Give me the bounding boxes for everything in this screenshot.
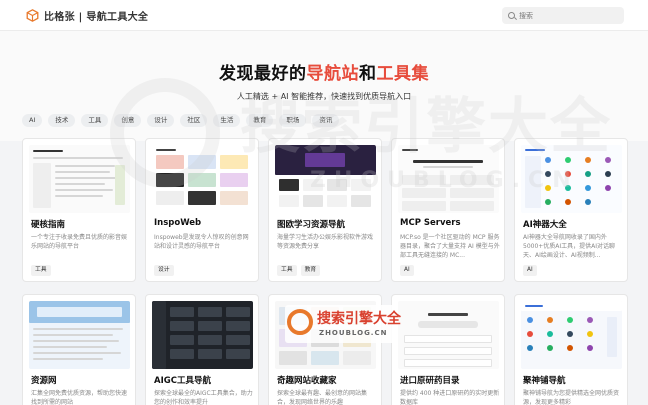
watermark-badge: 搜索引擎大全 ZHOUBLOG.CN [285, 305, 401, 343]
card-thumbnail [521, 301, 622, 369]
site-card[interactable]: MCP Servers MCP.so 是一个社区驱动的 MCP 服务器目录，聚合… [391, 138, 505, 282]
site-card[interactable]: 资源网 汇集全网免费优质资源，帮助您快速找到所需的网站 [22, 294, 136, 405]
card-tags: AI [523, 265, 537, 276]
chip-community[interactable]: 社区 [180, 114, 208, 127]
hero-title-highlight-1: 导航站 [306, 64, 359, 84]
card-tag[interactable]: 设计 [154, 265, 174, 276]
card-tags: 工具 [31, 265, 51, 276]
card-thumbnail [398, 301, 499, 369]
card-title: InspoWeb [154, 218, 202, 228]
hero-title-highlight-2: 工具集 [376, 64, 429, 84]
search-input[interactable] [519, 11, 619, 20]
card-description: Inspoweb是发现令人惊叹的创意网站和设计灵感的导航平台 [154, 234, 249, 250]
card-tag[interactable]: AI [523, 265, 537, 276]
watermark-badge-text: 搜索引擎大全 [317, 311, 401, 327]
card-tag[interactable]: 教育 [300, 265, 321, 276]
brand[interactable]: 比格张 | 导航工具大全 [26, 8, 148, 23]
card-title: 聚神铺导航 [523, 376, 566, 386]
hero-section: 发现最好的导航站和工具集 人工精选 + AI 智能推荐，快速找到优质导航入口 A… [0, 31, 648, 141]
card-thumbnail [275, 145, 376, 213]
hero-title-part2: 和 [359, 64, 377, 84]
chip-life[interactable]: 生活 [213, 114, 241, 127]
card-description: 汇集全网免费优质资源，帮助您快速找到所需的网站 [31, 390, 128, 405]
card-title: AI神器大全 [523, 220, 567, 230]
card-description: 聚神铺导航为您提供精选全网优质资源，发现更多精彩 [523, 390, 620, 405]
card-title: AIGC工具导航 [154, 376, 211, 386]
site-card[interactable]: 进口原研药目录 提供约 400 种进口原研药的实时更新数据库 [391, 294, 505, 405]
card-title: 奇趣网站收藏家 [277, 376, 337, 386]
chip-news[interactable]: 资讯 [312, 114, 340, 127]
chip-creative[interactable]: 创意 [114, 114, 142, 127]
chip-tools[interactable]: 工具 [81, 114, 109, 127]
brand-title: 比格张 | 导航工具大全 [44, 12, 149, 23]
chip-tech[interactable]: 技术 [48, 114, 76, 127]
card-description: 一个专注于收录免费且优质的影音娱乐网站的导航平台 [31, 234, 128, 250]
card-description: AI神器大全导航网收录了国内外5000+优质AI工具，提供AI对话聊天、AI绘画… [523, 234, 616, 259]
watermark-badge-icon [287, 309, 313, 335]
page: 比格张 | 导航工具大全 发现最好的导航站和工具集 人工精选 + AI 智能推荐… [0, 0, 648, 405]
chip-career[interactable]: 职场 [279, 114, 307, 127]
card-title: 硬核指南 [31, 220, 66, 230]
card-tag[interactable]: 工具 [31, 265, 51, 276]
top-bar: 比格张 | 导航工具大全 [0, 0, 648, 31]
card-title: 进口原研药目录 [400, 376, 460, 386]
search-box[interactable] [502, 7, 624, 24]
site-card[interactable]: 聚神铺导航 聚神铺导航为您提供精选全网优质资源，发现更多精彩 [514, 294, 628, 405]
card-title: MCP Servers [400, 218, 461, 228]
card-thumbnail [29, 145, 130, 213]
category-chips: AI 技术 工具 创意 设计 社区 生活 教育 职场 资讯 [22, 114, 340, 127]
site-card[interactable]: 硬核指南 一个专注于收录免费且优质的影音娱乐网站的导航平台 工具 [22, 138, 136, 282]
card-description: 提供约 400 种进口原研药的实时更新数据库 [400, 390, 500, 405]
card-thumbnail [29, 301, 130, 369]
watermark-badge-subtext: ZHOUBLOG.CN [319, 329, 388, 337]
card-tag[interactable]: 工具 [277, 265, 297, 276]
card-thumbnail [398, 145, 499, 213]
search-icon [508, 12, 515, 19]
card-title: 图欧学习资源导航 [277, 220, 346, 230]
card-tags: AI [400, 265, 414, 276]
card-thumbnail [152, 145, 253, 213]
site-card[interactable]: AIGC工具导航 探索全球最全的AIGC工具集合，助力您的创作和效率提升 [145, 294, 259, 405]
site-card[interactable]: 图欧学习资源导航 海量学习生活办公娱乐影视软件游戏等资源免费分享 工具 教育 [268, 138, 382, 282]
hero-title: 发现最好的导航站和工具集 [0, 59, 648, 84]
card-description: 海量学习生活办公娱乐影视软件游戏等资源免费分享 [277, 234, 374, 250]
chip-education[interactable]: 教育 [246, 114, 274, 127]
card-description: MCP.so 是一个社区驱动的 MCP 服务器目录，聚合了大量支持 AI 模型与… [400, 234, 500, 259]
card-title: 资源网 [31, 376, 57, 386]
hero-subtitle: 人工精选 + AI 智能推荐，快速找到优质导航入口 [236, 92, 412, 101]
card-description: 探索全球最全的AIGC工具集合，助力您的创作和效率提升 [154, 390, 253, 405]
chip-design[interactable]: 设计 [147, 114, 175, 127]
card-description: 探索全球最有趣、最创意的网站集合，发现网络世界的乐趣 [277, 390, 368, 405]
chip-ai[interactable]: AI [22, 114, 43, 127]
site-card[interactable]: InspoWeb Inspoweb是发现令人惊叹的创意网站和设计灵感的导航平台 … [145, 138, 259, 282]
cube-logo-icon [26, 9, 39, 22]
card-thumbnail [152, 301, 253, 369]
card-thumbnail [521, 145, 622, 213]
site-card[interactable]: AI神器大全 AI神器大全导航网收录了国内外5000+优质AI工具，提供AI对话… [514, 138, 628, 282]
card-tags: 工具 教育 [277, 265, 321, 276]
card-tag[interactable]: AI [400, 265, 414, 276]
hero-title-part1: 发现最好的 [219, 64, 307, 84]
card-tags: 设计 [154, 265, 174, 276]
